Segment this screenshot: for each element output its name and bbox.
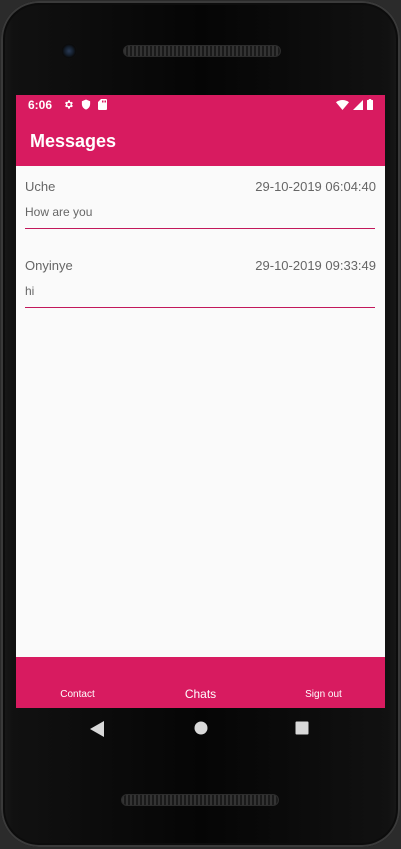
message-preview: hi <box>25 284 35 298</box>
nav-sign-out-button[interactable]: Sign out <box>262 657 385 708</box>
status-bar: 6:06 <box>16 95 385 116</box>
wifi-icon <box>336 99 349 110</box>
app-screen: 6:06 Messages Uche 29-10-2019 06:04:40 H… <box>16 95 385 708</box>
message-timestamp: 29-10-2019 06:04:40 <box>255 179 376 194</box>
earpiece-speaker <box>123 45 281 57</box>
recents-square-icon[interactable] <box>295 721 309 735</box>
message-item[interactable]: Onyinye 29-10-2019 09:33:49 hi <box>16 245 385 324</box>
phone-frame: 6:06 Messages Uche 29-10-2019 06:04:40 H… <box>1 1 400 847</box>
signal-icon <box>353 99 363 110</box>
message-sender: Onyinye <box>25 258 73 273</box>
page-title: Messages <box>30 131 117 151</box>
status-system-icons <box>336 99 373 110</box>
message-item[interactable]: Uche 29-10-2019 06:04:40 How are you <box>16 166 385 245</box>
nav-sign-out-label: Sign out <box>305 689 342 700</box>
system-navigation-bar <box>16 708 385 750</box>
message-divider <box>25 307 375 308</box>
front-camera <box>61 43 77 59</box>
message-list: Uche 29-10-2019 06:04:40 How are you Ony… <box>16 166 385 324</box>
message-preview: How are you <box>25 205 93 219</box>
message-divider <box>25 228 375 229</box>
message-sender: Uche <box>25 179 56 194</box>
message-timestamp: 29-10-2019 09:33:49 <box>255 258 376 273</box>
nav-chats-button[interactable]: Chats <box>139 657 262 708</box>
nav-contact-label: Contact <box>60 689 95 700</box>
back-triangle-icon[interactable] <box>90 721 104 737</box>
bottom-navigation: Contact Chats Sign out <box>16 657 385 708</box>
gear-icon <box>65 100 73 109</box>
status-time: 6:06 <box>28 98 53 112</box>
shield-icon <box>81 99 91 110</box>
battery-icon <box>367 99 373 110</box>
nav-chats-label: Chats <box>184 687 217 701</box>
sd-card-icon <box>98 99 107 110</box>
nav-contact-button[interactable]: Contact <box>16 657 139 708</box>
bottom-speaker <box>121 794 279 806</box>
home-circle-icon[interactable] <box>194 721 208 735</box>
status-notification-icons <box>63 99 107 110</box>
app-bar: Messages <box>16 116 385 166</box>
